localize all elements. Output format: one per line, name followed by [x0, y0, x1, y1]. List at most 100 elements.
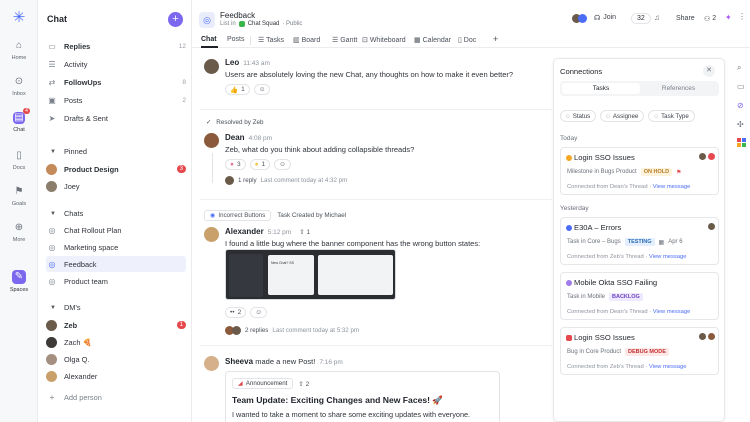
reaction[interactable]: ● 3	[225, 159, 246, 170]
dms-section-toggle[interactable]: ▼ DM's	[50, 303, 81, 312]
task-chip[interactable]: ◉ Incorrect Buttons	[204, 210, 272, 221]
pinned-section-toggle[interactable]: ▼ Pinned	[50, 147, 87, 156]
tab-chat-underline	[201, 46, 218, 48]
message: Leo 11:43 am Users are absolutely loving …	[225, 58, 550, 95]
add-reaction-button[interactable]: ☺	[250, 307, 267, 318]
sidebar-item-posts[interactable]: ▣ Posts 2	[46, 92, 186, 108]
connection-card[interactable]: Mobile Okta SSO Failing Task in Mobile BA…	[560, 272, 719, 320]
board-icon: ▥	[293, 37, 302, 44]
tab-doc[interactable]: ▯ Doc	[458, 36, 476, 44]
add-person-button[interactable]: + Add person	[46, 389, 186, 405]
view-message-link[interactable]: View message	[649, 364, 687, 370]
connection-card[interactable]: Login SSO Issues Milestone in Bugs Produ…	[560, 147, 719, 195]
brain-icon: ●	[230, 161, 234, 168]
tab-references[interactable]: References	[640, 83, 717, 94]
reaction[interactable]: •• 2	[225, 307, 247, 318]
add-reaction-button[interactable]: ☺	[274, 159, 291, 170]
type-icon: ◌	[654, 112, 659, 120]
tab-chat[interactable]: Chat	[201, 36, 217, 43]
post-vote-count[interactable]: ⇧ 2	[298, 380, 309, 388]
share-count[interactable]: ⚇ 2	[704, 15, 716, 23]
sidebar-item-product-design[interactable]: Product Design 3	[46, 161, 186, 177]
inbox-badge: 4	[23, 108, 30, 114]
sidebar-item-replies[interactable]: ▭ Replies 12	[46, 38, 186, 54]
rail-home[interactable]: ⌂ Home	[0, 40, 38, 61]
app-rail: ✳ ⌂ Home ⊙ Inbox ▤ Chat 4 ▯ Docs ⚑ Goals ⊕ Mor…	[0, 0, 38, 422]
rail-docs[interactable]: ▯ Docs	[0, 150, 38, 171]
rail-spaces[interactable]: ✎ Spaces	[0, 270, 38, 293]
avatar	[699, 153, 706, 160]
space-link[interactable]: Chat Squad	[248, 21, 280, 27]
view-message-link[interactable]: View message	[653, 309, 691, 315]
screenshot-attachment[interactable]: New Chat? SS	[225, 249, 396, 300]
sidebar-item-drafts[interactable]: ➤ Drafts & Sent	[46, 110, 186, 126]
author-name[interactable]: Dean	[225, 133, 245, 142]
apps-icon[interactable]	[737, 138, 746, 147]
reaction[interactable]: 👍 1	[225, 84, 250, 95]
sidebar-item-product-team[interactable]: ◎ Product team	[46, 273, 186, 289]
share-button[interactable]: Share	[676, 15, 695, 22]
search-icon[interactable]: ⌕	[737, 63, 741, 73]
link-icon[interactable]: ⊘	[737, 101, 744, 110]
connection-card[interactable]: E30A – Errors Task in Core – Bugs TESTING…	[560, 217, 719, 265]
tab-tasks-connections[interactable]: Tasks	[562, 83, 640, 94]
yesterday-label: Yesterday	[560, 205, 589, 212]
calendar-icon: ▦	[658, 239, 665, 246]
today-label: Today	[560, 135, 578, 142]
tab-gantt[interactable]: ☰ Gantt	[332, 36, 357, 44]
author-name[interactable]: Leo	[225, 58, 239, 67]
sidebar-item-zeb[interactable]: Zeb 1	[46, 317, 186, 333]
sidebar-item-olga[interactable]: Olga Q.	[46, 351, 186, 367]
rail-inbox[interactable]: ⊙ Inbox	[0, 76, 38, 97]
message-feed: Leo 11:43 am Users are absolutely loving …	[192, 49, 554, 422]
add-tab-button[interactable]: +	[493, 34, 498, 44]
reaction[interactable]: ● 1	[249, 159, 271, 170]
sidebar-item-zach[interactable]: Zach 🍕	[46, 334, 186, 350]
sidebar-item-joey[interactable]: Joey	[46, 178, 186, 194]
sidebar-item-alexander[interactable]: Alexander	[46, 368, 186, 384]
sidebar-item-activity[interactable]: ☰ Activity	[46, 56, 186, 72]
rail-more[interactable]: ⊕ More	[0, 222, 38, 243]
author-name[interactable]: Sheeva	[225, 357, 253, 366]
tab-calendar[interactable]: ▦ Calendar	[414, 36, 451, 44]
reply-count-link[interactable]: 1 reply	[238, 177, 257, 184]
chats-section-toggle[interactable]: ▼ Chats	[50, 209, 83, 218]
vote-count[interactable]: ⇧ 1	[299, 229, 310, 236]
avatar	[46, 163, 57, 175]
sidebar-item-feedback[interactable]: ◎ Feedback	[46, 256, 186, 272]
more-options-icon[interactable]: ⋮	[738, 12, 746, 21]
member-count[interactable]: 32	[631, 13, 651, 24]
view-message-link[interactable]: View message	[649, 254, 687, 260]
rail-goals[interactable]: ⚑ Goals	[0, 186, 38, 207]
join-button[interactable]: ☊ Join	[594, 14, 616, 22]
task-type-filter[interactable]: ◌ Task Type	[648, 110, 695, 122]
card-title: Mobile Okta SSO Failing	[574, 278, 658, 287]
sidebar-item-marketing[interactable]: ◎ Marketing space	[46, 239, 186, 255]
connection-card[interactable]: Login SSO Issues Bug in Core Product DEBU…	[560, 327, 719, 375]
status-filter[interactable]: ◌ Status	[560, 110, 597, 122]
new-chat-button[interactable]: +	[168, 12, 183, 27]
sidebar-item-chat-rollout[interactable]: ◎ Chat Rollout Plan	[46, 222, 186, 238]
member-avatars[interactable]	[572, 14, 587, 23]
sparkle-icon[interactable]: ✦	[725, 13, 732, 22]
announcement-chip[interactable]: ◢ Announcement	[232, 378, 294, 389]
tab-whiteboard[interactable]: ⊡ Whiteboard	[362, 36, 406, 44]
add-reaction-button[interactable]: ☺	[253, 84, 271, 95]
post-card[interactable]: ◢ Announcement ⇧ 2 Team Update: Exciting …	[225, 371, 500, 422]
tab-board[interactable]: ▥ Board	[293, 36, 320, 44]
comments-icon[interactable]: ▭	[737, 82, 745, 91]
view-message-link[interactable]: View message	[653, 184, 691, 190]
rail-chat[interactable]: ▤ Chat 4	[0, 108, 38, 133]
reply-count-link[interactable]: 2 replies	[245, 327, 268, 334]
activity-icon[interactable]: ✣	[737, 120, 744, 129]
close-icon[interactable]: ✕	[703, 65, 715, 77]
tab-tasks[interactable]: ☰ Tasks	[258, 36, 284, 44]
sidebar-item-followups[interactable]: ⇄ FollowUps 8	[46, 74, 186, 90]
app-logo-icon[interactable]: ✳	[11, 10, 27, 26]
bell-icon[interactable]: ♫	[654, 13, 660, 22]
tab-posts[interactable]: Posts	[227, 36, 245, 43]
assignee-filter[interactable]: ◌ Assignee	[600, 110, 645, 122]
posts-icon: ▣	[48, 95, 56, 105]
avatar	[708, 333, 715, 340]
author-name[interactable]: Alexander	[225, 227, 264, 236]
